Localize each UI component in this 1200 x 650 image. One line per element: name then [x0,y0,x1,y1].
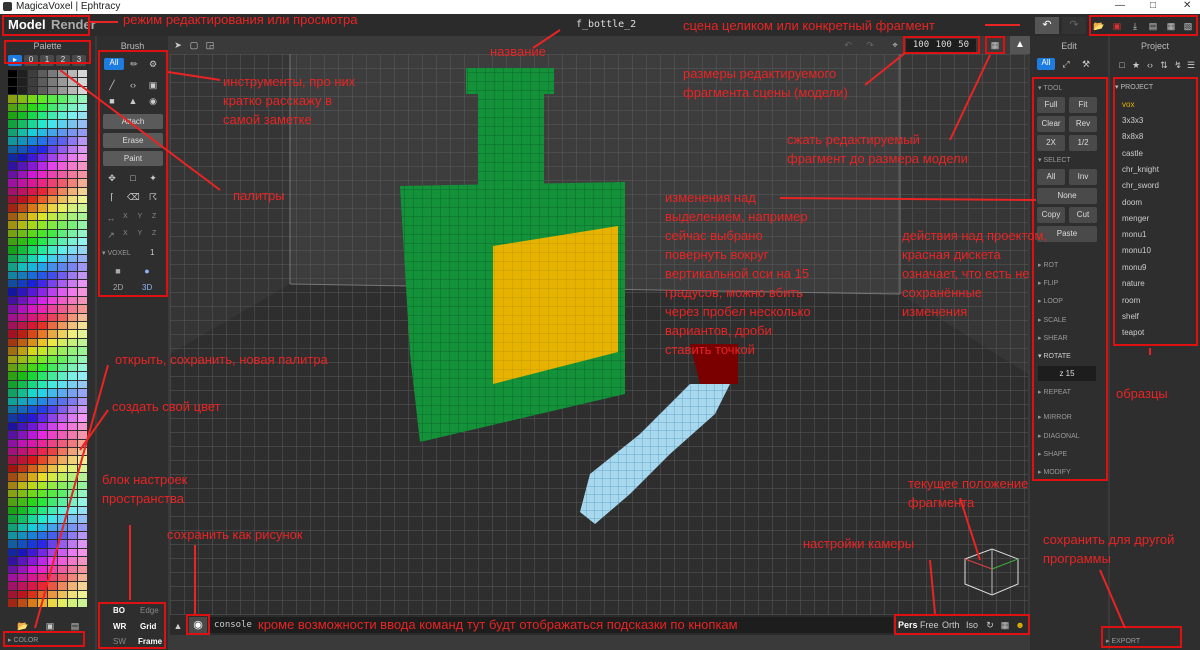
annotation-selection: изменения над выделением, например сейчас … [665,190,811,357]
annotation-console-hint: кроме возможности ввода команд тут будт … [258,617,738,632]
annotation-mode: режим редактирования или просмотра [123,12,358,27]
annotation-samples: образцы [1116,386,1168,401]
annotation-project-actions: действия над проектом, красная дискета озн… [902,228,1048,319]
annotation-custom-color: создать свой цвет [112,399,221,414]
annotation-tools: инструменты, про них кратко расскажу в сам… [223,74,356,127]
annotation-export-other: сохранить для другой программы [1043,532,1175,566]
annotation-scene: сцена целиком или конкретный фрагмент [683,18,935,33]
annotation-name: название [490,44,546,59]
annotation-size: размеры редактируемого фрагмента сцены (м… [683,66,848,100]
annotation-palettes: палитры [233,188,285,203]
annotation-save-image: сохранить как рисунок [167,527,303,542]
annotation-open-save: открыть, сохранить, новая палитра [115,352,328,367]
annotation-shrink: сжать редактируемый фрагмент до размера м… [787,132,968,166]
annotation-arrows [34,21,1151,629]
annotation-fragment-pos: текущее положение фрагмента [908,476,1029,510]
annotation-camera: настройки камеры [803,536,915,551]
annotation-space-block: блок настроек пространства [102,472,188,506]
